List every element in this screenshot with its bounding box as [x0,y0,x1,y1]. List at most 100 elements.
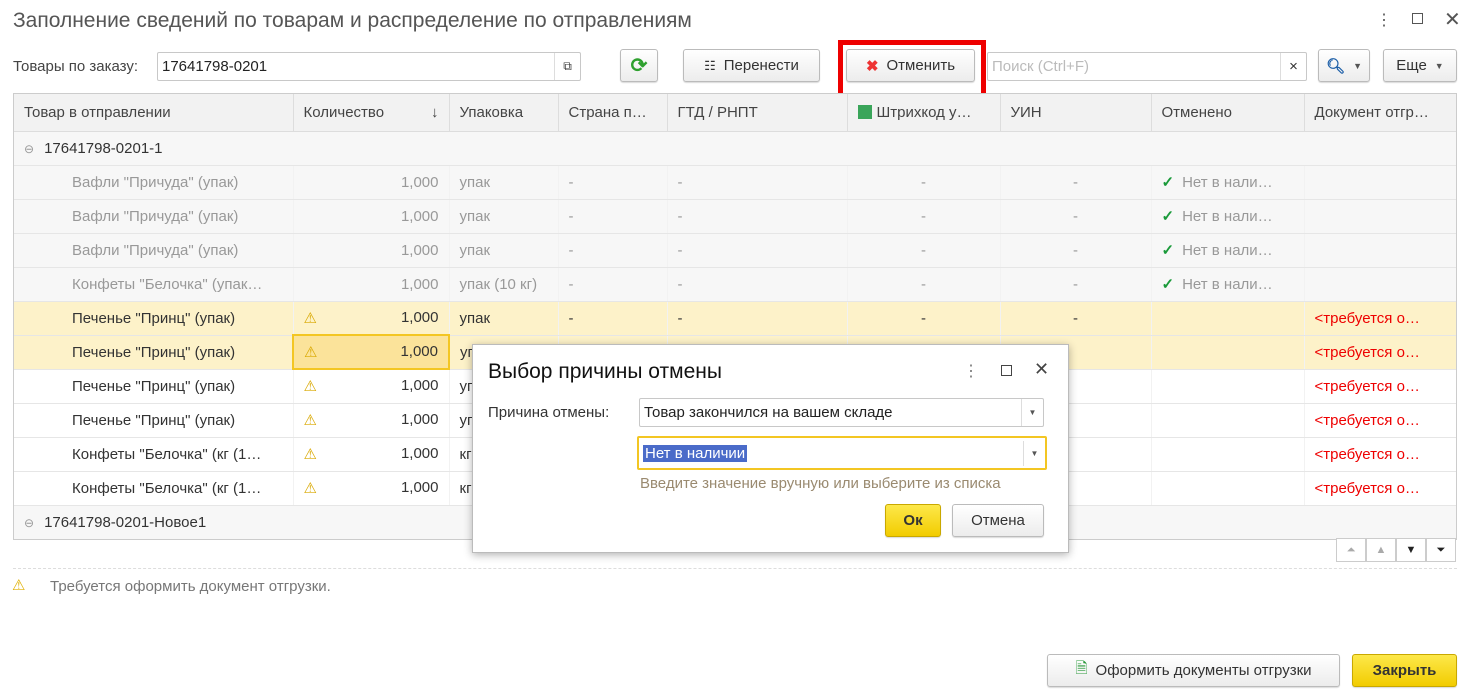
cell-pack[interactable]: упак [449,301,559,336]
table-row[interactable]: Вафли "Причуда" (упак) 1,000 упак - - - - ✓ Нет … [14,233,1457,268]
sort-down-icon[interactable]: ↓ [431,104,439,121]
scroll-up-button[interactable]: ▲ [1366,538,1396,562]
chevron-down-icon[interactable]: ▼ [1021,399,1043,426]
cell-cancelled[interactable] [1151,403,1305,438]
column-header[interactable]: Количество ↓ [293,94,450,132]
search-button[interactable]: 🔍︎ ▼ [1318,49,1370,82]
reason-detail-input[interactable]: Нет в наличии ▼ [637,436,1047,470]
dialog-cancel-button[interactable]: Отмена [952,504,1044,537]
cell-name[interactable]: Вафли "Причуда" (упак) [14,165,294,200]
more-button[interactable]: Еще ▼ [1383,49,1457,82]
cell-pack[interactable]: упак [449,199,559,234]
cell-country[interactable]: - [558,301,668,336]
cell-qty[interactable]: ⚠ 1,000 [293,471,450,506]
cell-uin[interactable]: - [1000,301,1152,336]
cell-uin[interactable]: - [1000,267,1152,302]
cell-cancelled[interactable]: ✓ Нет в нали… [1151,233,1305,268]
cell-cancelled[interactable] [1151,471,1305,506]
cell-doc[interactable] [1304,233,1457,268]
maximize-icon[interactable] [1412,13,1423,24]
column-header[interactable]: Товар в отправлении [14,94,294,132]
cell-doc[interactable]: <требуется о… [1304,437,1457,472]
close-icon[interactable]: ✕ [1444,7,1461,32]
cell-qty[interactable]: ⚠ 1,000 [293,403,450,438]
column-header[interactable]: Отменено [1151,94,1305,132]
cell-cancelled[interactable] [1151,437,1305,472]
cell-name[interactable]: Конфеты "Белочка" (кг (1… [14,471,294,506]
dialog-maximize-icon[interactable] [1001,365,1012,376]
cell-uin[interactable]: - [1000,199,1152,234]
cell-doc[interactable] [1304,267,1457,302]
order-field[interactable]: 17641798-0201 ⧉ [157,52,581,81]
cell-barcode[interactable]: - [847,267,1001,302]
reason-select[interactable]: Товар закончился на вашем складе ▼ [639,398,1044,427]
cell-country[interactable]: - [558,199,668,234]
cell-cancelled[interactable] [1151,369,1305,404]
scroll-down-button[interactable]: ▼ [1396,538,1426,562]
scroll-bottom-button[interactable]: ⏷ [1426,538,1456,562]
cell-qty[interactable]: ⚠ 1,000 [293,369,450,404]
cell-cancelled[interactable]: ✓ Нет в нали… [1151,267,1305,302]
table-row[interactable]: Вафли "Причуда" (упак) 1,000 упак - - - - ✓ Нет … [14,199,1457,234]
dialog-more-icon[interactable]: ⋮ [963,361,979,381]
group-row[interactable]: ⊖ 17641798-0201-1 [14,131,1457,166]
column-header[interactable]: Страна п… [558,94,668,132]
cell-name[interactable]: Печенье "Принц" (упак) [14,369,294,404]
column-header[interactable]: Документ отгр… [1304,94,1457,132]
cell-country[interactable]: - [558,267,668,302]
cell-name[interactable]: Конфеты "Белочка" (кг (1… [14,437,294,472]
cell-gtd[interactable]: - [667,165,848,200]
cell-name[interactable]: Вафли "Причуда" (упак) [14,199,294,234]
cell-doc[interactable]: <требуется о… [1304,335,1457,370]
cell-barcode[interactable]: - [847,301,1001,336]
scroll-top-button[interactable]: ⏶ [1336,538,1366,562]
cell-country[interactable]: - [558,233,668,268]
chevron-down-icon[interactable]: ▼ [1023,441,1045,466]
cell-pack[interactable]: упак [449,233,559,268]
column-header[interactable]: УИН [1000,94,1152,132]
cell-qty[interactable]: 1,000 [293,165,450,200]
cell-cancelled[interactable] [1151,301,1305,336]
cell-gtd[interactable]: - [667,301,848,336]
cell-qty[interactable]: 1,000 [293,233,450,268]
cell-doc[interactable]: <требуется о… [1304,403,1457,438]
cell-doc[interactable]: <требуется о… [1304,369,1457,404]
table-row[interactable]: Вафли "Причуда" (упак) 1,000 упак - - - - ✓ Нет … [14,165,1457,200]
search-input[interactable]: Поиск (Ctrl+F) × [987,52,1307,81]
collapse-icon[interactable]: ⊖ [24,142,34,156]
create-docs-button[interactable]: 🗎 Оформить документы отгрузки [1047,654,1340,687]
cell-name[interactable]: Вафли "Причуда" (упак) [14,233,294,268]
more-actions-icon[interactable]: ⋮ [1376,10,1392,30]
cell-gtd[interactable]: - [667,267,848,302]
cell-barcode[interactable]: - [847,165,1001,200]
cell-qty[interactable]: ⚠ 1,000 [293,301,450,336]
cell-name[interactable]: Конфеты "Белочка" (упак… [14,267,294,302]
cell-barcode[interactable]: - [847,233,1001,268]
cell-gtd[interactable]: - [667,199,848,234]
column-header[interactable]: Упаковка [449,94,559,132]
cell-barcode[interactable]: - [847,199,1001,234]
cell-gtd[interactable]: - [667,233,848,268]
table-row[interactable]: Конфеты "Белочка" (упак… 1,000 упак (10 кг… [14,267,1457,302]
cell-pack[interactable]: упак [449,165,559,200]
cell-qty[interactable]: ⚠ 1,000 [292,334,450,370]
cancel-items-button[interactable]: ✖ Отменить [846,49,975,82]
cell-qty[interactable]: 1,000 [293,267,450,302]
cell-doc[interactable]: <требуется о… [1304,471,1457,506]
collapse-icon[interactable]: ⊖ [24,516,34,530]
cell-pack[interactable]: упак (10 кг) [449,267,559,302]
dialog-close-icon[interactable]: ✕ [1034,359,1049,380]
cell-country[interactable]: - [558,165,668,200]
cell-doc[interactable] [1304,165,1457,200]
column-header[interactable]: ГТД / РНПТ [667,94,848,132]
table-row[interactable]: Печенье "Принц" (упак) ⚠ 1,000 упак - - - - <тре… [14,301,1457,336]
cell-uin[interactable]: - [1000,233,1152,268]
cell-qty[interactable]: 1,000 [293,199,450,234]
cell-name[interactable]: Печенье "Принц" (упак) [14,335,294,370]
clear-search-icon[interactable]: × [1280,53,1306,80]
move-button[interactable]: ☷ Перенести [683,49,820,82]
cell-uin[interactable]: - [1000,165,1152,200]
refresh-button[interactable]: ⟳ [620,49,658,82]
close-button[interactable]: Закрыть [1352,654,1457,687]
cell-qty[interactable]: ⚠ 1,000 [293,437,450,472]
